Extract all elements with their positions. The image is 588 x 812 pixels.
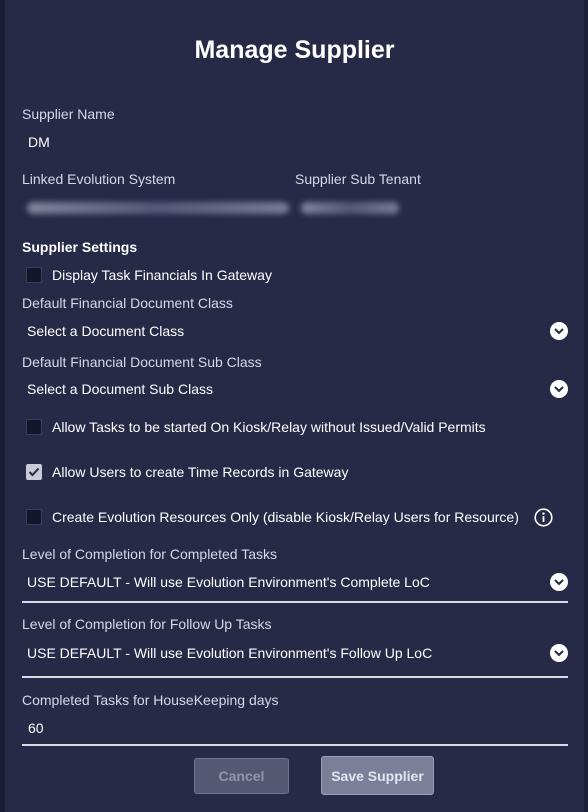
- allow-time-records-label: Allow Users to create Time Records in Ga…: [52, 464, 349, 480]
- chevron-down-icon[interactable]: [550, 644, 568, 662]
- allow-kiosk-label: Allow Tasks to be started On Kiosk/Relay…: [52, 419, 486, 435]
- chevron-down-icon[interactable]: [550, 573, 568, 591]
- create-resources-label: Create Evolution Resources Only (disable…: [52, 509, 519, 525]
- loc-followup-label: Level of Completion for Follow Up Tasks: [22, 616, 272, 632]
- allow-time-records-row[interactable]: Allow Users to create Time Records in Ga…: [26, 464, 348, 480]
- supplier-name-value[interactable]: DM: [28, 134, 50, 150]
- allow-kiosk-row[interactable]: Allow Tasks to be started On Kiosk/Relay…: [26, 419, 486, 435]
- sub-tenant-label: Supplier Sub Tenant: [295, 171, 421, 187]
- supplier-settings-heading: Supplier Settings: [22, 239, 138, 255]
- info-icon[interactable]: [534, 508, 553, 532]
- display-financials-row[interactable]: Display Task Financials In Gateway: [26, 267, 272, 283]
- display-financials-label: Display Task Financials In Gateway: [52, 267, 272, 283]
- dialog-title: Manage Supplier: [194, 36, 395, 64]
- chevron-down-icon[interactable]: [550, 322, 568, 340]
- loc-completed-underline: [22, 601, 568, 603]
- loc-completed-select[interactable]: USE DEFAULT - Will use Evolution Environ…: [22, 569, 568, 595]
- display-financials-checkbox[interactable]: [26, 267, 42, 283]
- loc-followup-underline: [22, 676, 568, 678]
- housekeeping-underline: [22, 744, 568, 746]
- doc-subclass-value: Select a Document Sub Class: [27, 381, 213, 397]
- doc-subclass-label: Default Financial Document Sub Class: [22, 354, 262, 370]
- linked-system-value-redacted: [27, 202, 289, 214]
- loc-followup-select[interactable]: USE DEFAULT - Will use Evolution Environ…: [22, 640, 568, 666]
- allow-time-records-checkbox[interactable]: [26, 464, 42, 480]
- doc-class-label: Default Financial Document Class: [22, 295, 233, 311]
- create-resources-row[interactable]: Create Evolution Resources Only (disable…: [26, 509, 519, 525]
- housekeeping-label: Completed Tasks for HouseKeeping days: [22, 692, 279, 708]
- manage-supplier-dialog: Manage Supplier Supplier Name DM Linked …: [5, 0, 584, 812]
- loc-followup-value: USE DEFAULT - Will use Evolution Environ…: [27, 645, 433, 661]
- loc-completed-value: USE DEFAULT - Will use Evolution Environ…: [27, 574, 430, 590]
- allow-kiosk-checkbox[interactable]: [26, 419, 42, 435]
- loc-completed-label: Level of Completion for Completed Tasks: [22, 546, 277, 562]
- doc-class-select[interactable]: Select a Document Class: [22, 318, 568, 344]
- doc-subclass-select[interactable]: Select a Document Sub Class: [22, 376, 568, 402]
- sub-tenant-value-redacted: [301, 202, 399, 214]
- save-supplier-button[interactable]: Save Supplier: [321, 756, 434, 795]
- housekeeping-input[interactable]: 60: [28, 720, 44, 736]
- chevron-down-icon[interactable]: [550, 380, 568, 398]
- create-resources-checkbox[interactable]: [26, 509, 42, 525]
- cancel-button[interactable]: Cancel: [194, 758, 289, 794]
- right-scroll-edge: [584, 0, 588, 812]
- checkmark-icon: [28, 467, 40, 477]
- supplier-name-label: Supplier Name: [22, 106, 115, 122]
- doc-class-value: Select a Document Class: [27, 323, 185, 339]
- linked-system-label: Linked Evolution System: [22, 171, 176, 187]
